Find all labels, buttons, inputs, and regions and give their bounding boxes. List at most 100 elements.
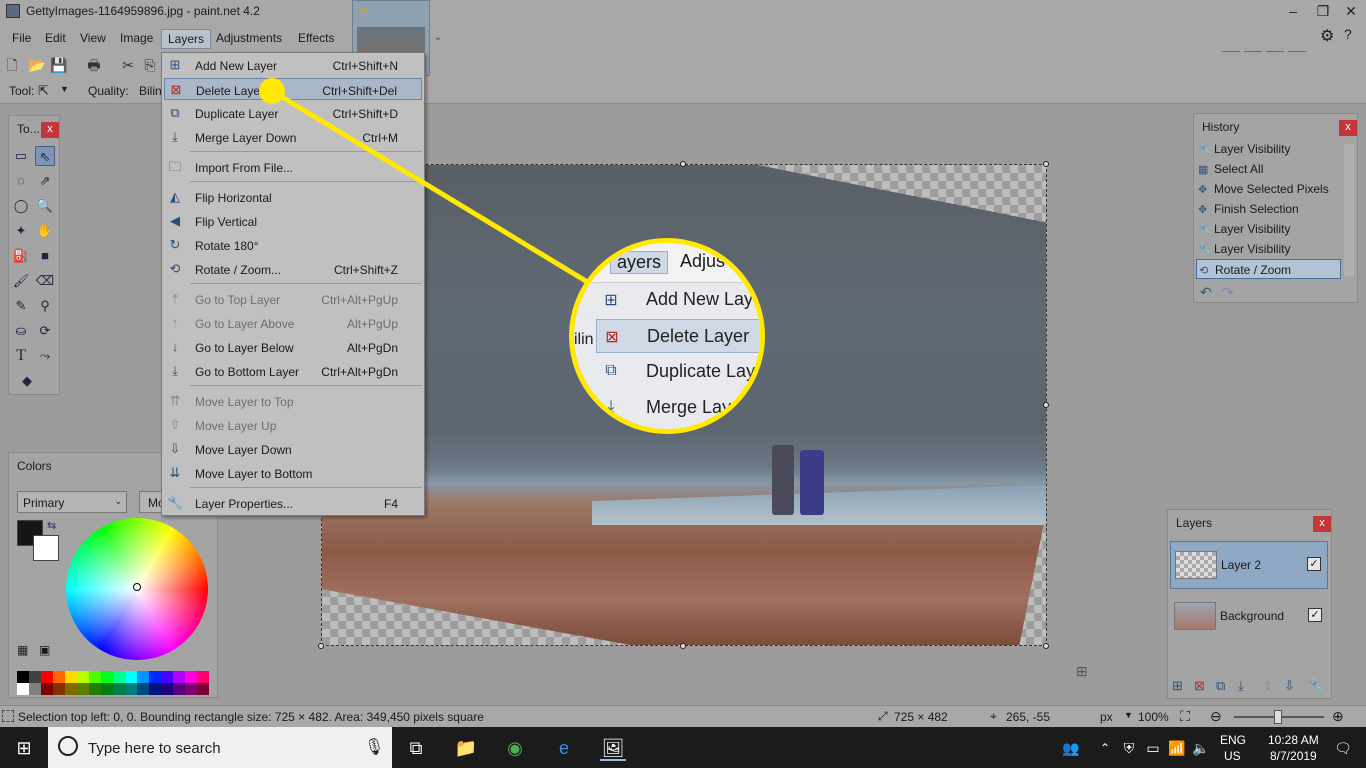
color-picker-icon[interactable]: ⚲ xyxy=(35,296,55,316)
menuitem-move-layer-to-top[interactable]: ⇈ Move Layer to Top xyxy=(164,390,422,412)
zoom-icon[interactable]: 🔍 xyxy=(35,196,55,216)
menu-file[interactable]: File xyxy=(6,29,37,49)
menu-effects[interactable]: Effects xyxy=(292,29,340,49)
menuitem-layer-properties[interactable]: 🔧 Layer Properties... F4 xyxy=(164,492,422,514)
cut-icon[interactable]: ✂ xyxy=(120,57,136,73)
color-wheel-cursor[interactable] xyxy=(133,583,141,591)
menuitem-flip-horizontal[interactable]: ◭ Flip Horizontal xyxy=(164,186,422,208)
palette-icon[interactable]: ▦ xyxy=(17,643,28,657)
security-icon[interactable]: ⛨ xyxy=(1116,735,1142,761)
microphone-icon[interactable]: 🎙 xyxy=(364,737,384,757)
shapes-icon[interactable]: ◆ xyxy=(17,371,37,391)
canvas-move-icon[interactable]: ⊞ xyxy=(1076,663,1088,680)
menuitem-go-to-bottom-layer[interactable]: ⤓ Go to Bottom Layer Ctrl+Alt+PgDn xyxy=(164,360,422,382)
people-icon[interactable]: 👥 xyxy=(1058,735,1084,761)
open-folder-icon[interactable]: 📂 xyxy=(28,57,45,73)
task-view-icon[interactable]: ⧉ xyxy=(403,735,429,761)
layers-close-button[interactable]: x xyxy=(1313,516,1331,532)
layer-properties-icon[interactable]: 🔧 xyxy=(1308,678,1324,694)
new-file-icon[interactable]: 🗋 xyxy=(4,57,20,73)
resize-handle[interactable] xyxy=(680,161,686,167)
text-icon[interactable]: T xyxy=(11,346,31,366)
pencil-icon[interactable]: ✎ xyxy=(11,296,31,316)
history-close-button[interactable]: x xyxy=(1339,120,1357,136)
close-button[interactable]: ✕ xyxy=(1338,2,1364,20)
print-icon[interactable]: 🖶 xyxy=(86,57,102,73)
duplicate-layer-icon[interactable]: ⧉ xyxy=(1216,678,1225,694)
move-selected-icon[interactable]: ⇗ xyxy=(35,171,55,191)
clock-time[interactable]: 10:28 AM xyxy=(1268,733,1319,747)
volume-icon[interactable]: 🔈 xyxy=(1188,735,1214,761)
redo-icon[interactable]: ↷ xyxy=(1222,284,1234,301)
menuitem-add-new-layer[interactable]: ⊞ Add New Layer Ctrl+Shift+N xyxy=(164,54,422,76)
menuitem-duplicate-layer[interactable]: ⧉ Duplicate Layer Ctrl+Shift+D xyxy=(164,102,422,124)
line-curve-icon[interactable]: ⤳ xyxy=(35,346,55,366)
layer-visibility-checkbox[interactable]: ✓ xyxy=(1307,557,1321,571)
history-item[interactable]: ✥ Move Selected Pixels xyxy=(1196,179,1341,199)
menuitem-go-to-layer-above[interactable]: ↑ Go to Layer Above Alt+PgUp xyxy=(164,312,422,334)
color-palette[interactable] xyxy=(17,671,209,695)
history-item[interactable]: 🔧 Layer Visibility xyxy=(1196,239,1341,259)
merge-layer-down-icon[interactable]: ⤓ xyxy=(1238,678,1244,694)
zoom-level[interactable]: 100% xyxy=(1138,710,1169,724)
resize-handle[interactable] xyxy=(1043,643,1049,649)
units-select[interactable]: px xyxy=(1100,710,1113,724)
layer-row-background[interactable]: Background ✓ xyxy=(1170,593,1328,641)
pan-hand-icon[interactable]: ✋ xyxy=(35,221,55,241)
windows-start-icon[interactable]: ⊞ xyxy=(11,735,37,761)
secondary-color-swatch[interactable] xyxy=(33,535,59,561)
menuitem-flip-vertical[interactable]: ◀ Flip Vertical xyxy=(164,210,422,232)
help-icon[interactable]: ? xyxy=(1344,26,1352,42)
menu-layers[interactable]: Layers xyxy=(161,29,212,49)
rectangle-select-icon[interactable]: ▭ xyxy=(11,146,31,166)
paintnet-taskbar-icon[interactable]: 🖼 xyxy=(600,735,626,761)
chevron-down-icon[interactable]: ▼ xyxy=(1124,710,1133,720)
primary-secondary-select[interactable]: Primary ⌄ xyxy=(17,491,127,513)
chevron-down-icon[interactable]: ▼ xyxy=(60,84,69,94)
gear-icon[interactable]: ⚙ xyxy=(1320,26,1334,46)
menu-image[interactable]: Image xyxy=(114,29,159,49)
chrome-icon[interactable]: ◉ xyxy=(502,735,528,761)
chevron-down-icon[interactable]: ⌄ xyxy=(434,32,442,43)
undo-icon[interactable]: ↶ xyxy=(1200,284,1212,301)
zoom-to-window-icon[interactable]: ⛶ xyxy=(1180,708,1190,725)
move-selection-icon[interactable]: ⇖ xyxy=(35,146,55,166)
menuitem-move-layer-down[interactable]: ⇩ Move Layer Down xyxy=(164,438,422,460)
zoom-out-icon[interactable]: ⊖ xyxy=(1210,708,1222,725)
menuitem-delete-layer[interactable]: ⊠ Delete Layer Ctrl+Shift+Del xyxy=(164,78,422,100)
minimize-button[interactable]: – xyxy=(1280,2,1306,20)
move-layer-up-icon[interactable]: ⇧ xyxy=(1262,678,1273,694)
resize-handle[interactable] xyxy=(1043,402,1049,408)
history-scrollbar[interactable] xyxy=(1344,144,1354,276)
notifications-icon[interactable]: 🗨 xyxy=(1330,735,1356,761)
taskbar-search-box[interactable]: Type here to search 🎙 xyxy=(48,727,392,768)
menuitem-merge-layer-down[interactable]: ⤓ Merge Layer Down Ctrl+M xyxy=(164,126,422,148)
menuitem-rotate-180[interactable]: ↻ Rotate 180° xyxy=(164,234,422,256)
delete-layer-icon[interactable]: ⊠ xyxy=(1194,678,1205,694)
recolor-icon[interactable]: ⟳ xyxy=(35,321,55,341)
history-item[interactable]: 🔧 Layer Visibility xyxy=(1196,139,1341,159)
file-explorer-icon[interactable]: 📁 xyxy=(453,735,479,761)
history-item[interactable]: ✥ Finish Selection xyxy=(1196,199,1341,219)
menuitem-rotate-zoom[interactable]: ⟲ Rotate / Zoom... Ctrl+Shift+Z xyxy=(164,258,422,280)
palette-menu-icon[interactable]: ▣ xyxy=(39,643,50,657)
wifi-icon[interactable]: 📶 xyxy=(1164,735,1190,761)
paintbrush-icon[interactable]: 🖌 xyxy=(11,271,31,291)
maximize-button[interactable]: ❐ xyxy=(1310,2,1336,20)
copy-icon[interactable]: ⎘ xyxy=(142,57,158,73)
gradient-icon[interactable]: ■ xyxy=(35,246,55,266)
zoom-in-icon[interactable]: ⊕ xyxy=(1332,708,1344,725)
eraser-icon[interactable]: ⌫ xyxy=(35,271,55,291)
menuitem-move-layer-up[interactable]: ⇧ Move Layer Up xyxy=(164,414,422,436)
history-item[interactable]: ▦ Select All xyxy=(1196,159,1341,179)
layer-row-layer2[interactable]: Layer 2 ✓ xyxy=(1170,541,1328,589)
save-icon[interactable]: 💾 xyxy=(50,57,67,73)
menuitem-go-to-top-layer[interactable]: ⤒ Go to Top Layer Ctrl+Alt+PgUp xyxy=(164,288,422,310)
menuitem-import-from-file[interactable]: 🗀 Import From File... xyxy=(164,156,422,178)
move-selection-icon[interactable]: ⇱ xyxy=(38,83,49,99)
magic-wand-icon[interactable]: ✦ xyxy=(11,221,31,241)
menu-edit[interactable]: Edit xyxy=(39,29,72,49)
history-item[interactable]: 🔧 Layer Visibility xyxy=(1196,219,1341,239)
quality-select[interactable]: Bilin xyxy=(139,84,162,98)
tools-close-button[interactable]: x xyxy=(41,122,59,138)
